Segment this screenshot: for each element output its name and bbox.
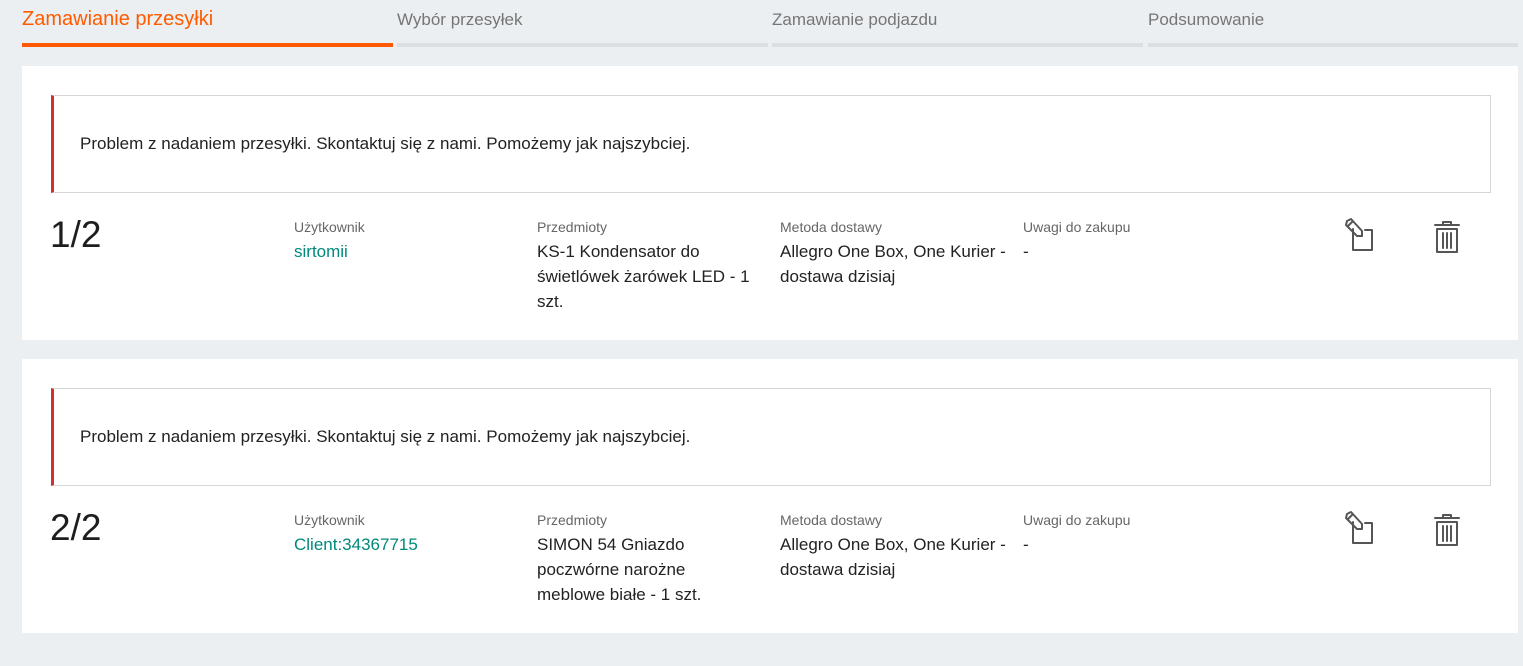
- delivery-value: Allegro One Box, One Kurier - dostawa dz…: [780, 242, 1006, 286]
- edit-button[interactable]: [1343, 510, 1377, 550]
- delivery-header: Metoda dostawy: [780, 512, 882, 528]
- trash-icon: [1434, 221, 1460, 253]
- delivery-column: Metoda dostawy Allegro One Box, One Kuri…: [780, 511, 1010, 582]
- delivery-header: Metoda dostawy: [780, 219, 882, 235]
- notes-column: Uwagi do zakupu -: [1023, 511, 1253, 557]
- delete-button[interactable]: [1430, 510, 1464, 550]
- shipment-card: Problem z nadaniem przesyłki. Skontaktuj…: [22, 359, 1518, 633]
- delivery-value: Allegro One Box, One Kurier - dostawa dz…: [780, 535, 1006, 579]
- edit-button[interactable]: [1343, 217, 1377, 257]
- notes-header: Uwagi do zakupu: [1023, 512, 1131, 528]
- step-progress-bar: [397, 43, 768, 47]
- step-zamawianie-podjazdu[interactable]: Zamawianie podjazdu: [772, 0, 1143, 47]
- step-label: Wybór przesyłek: [397, 10, 523, 29]
- delete-button[interactable]: [1430, 217, 1464, 257]
- user-column: Użytkownik Client:34367715: [294, 511, 524, 557]
- user-header: Użytkownik: [294, 512, 365, 528]
- alert-message: Problem z nadaniem przesyłki. Skontaktuj…: [80, 427, 691, 446]
- step-label: Zamawianie podjazdu: [772, 10, 938, 29]
- stepper: Zamawianie przesyłki Wybór przesyłek Zam…: [22, 0, 1518, 47]
- items-column: Przedmioty KS-1 Kondensator do świetlówe…: [537, 218, 762, 314]
- shipment-counter: 2/2: [50, 507, 102, 548]
- step-label: Zamawianie przesyłki: [22, 8, 214, 30]
- step-progress-bar: [22, 43, 393, 47]
- edit-document-icon: [1345, 218, 1373, 251]
- user-header: Użytkownik: [294, 219, 365, 235]
- alert-message: Problem z nadaniem przesyłki. Skontaktuj…: [80, 134, 691, 153]
- shipment-card: Problem z nadaniem przesyłki. Skontaktuj…: [22, 66, 1518, 340]
- notes-column: Uwagi do zakupu -: [1023, 218, 1253, 264]
- step-progress-bar: [1148, 43, 1518, 47]
- trash-icon: [1434, 514, 1460, 546]
- notes-value: -: [1023, 535, 1029, 554]
- items-value: SIMON 54 Gniazdo poczwórne narożne meblo…: [537, 535, 702, 604]
- items-column: Przedmioty SIMON 54 Gniazdo poczwórne na…: [537, 511, 737, 607]
- step-progress-bar: [772, 43, 1143, 47]
- user-link[interactable]: sirtomii: [294, 239, 524, 264]
- delivery-column: Metoda dostawy Allegro One Box, One Kuri…: [780, 218, 1010, 289]
- error-alert: Problem z nadaniem przesyłki. Skontaktuj…: [51, 388, 1491, 486]
- items-header: Przedmioty: [537, 512, 608, 528]
- step-zamawianie-przesylki[interactable]: Zamawianie przesyłki: [22, 0, 393, 47]
- items-header: Przedmioty: [537, 219, 608, 235]
- user-link[interactable]: Client:34367715: [294, 532, 524, 557]
- error-alert: Problem z nadaniem przesyłki. Skontaktuj…: [51, 95, 1491, 193]
- step-wybor-przesylek[interactable]: Wybór przesyłek: [397, 0, 768, 47]
- shipment-counter: 1/2: [50, 214, 102, 255]
- step-podsumowanie[interactable]: Podsumowanie: [1148, 0, 1518, 47]
- items-value: KS-1 Kondensator do świetlówek żarówek L…: [537, 242, 750, 311]
- step-label: Podsumowanie: [1148, 10, 1265, 29]
- notes-header: Uwagi do zakupu: [1023, 219, 1131, 235]
- user-column: Użytkownik sirtomii: [294, 218, 524, 264]
- notes-value: -: [1023, 242, 1029, 261]
- edit-document-icon: [1345, 511, 1373, 544]
